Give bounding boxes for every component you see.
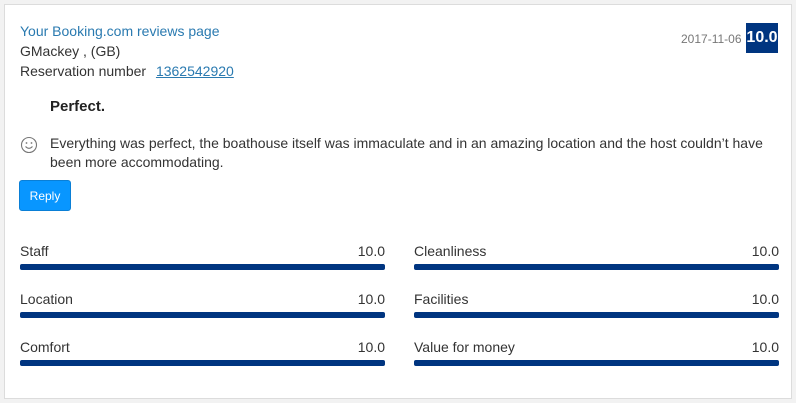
category-label: Staff [20, 243, 49, 259]
category-cleanliness: Cleanliness 10.0 [414, 243, 779, 273]
score-bar-fill [20, 264, 385, 270]
score-bar-fill [20, 312, 385, 318]
reviews-page-link[interactable]: Your Booking.com reviews page [20, 23, 220, 39]
reservation-info: Reservation number 1362542920 [20, 63, 234, 79]
category-score: 10.0 [751, 339, 779, 355]
category-label: Cleanliness [414, 243, 487, 259]
score-bar-track [414, 264, 779, 270]
score-bar-fill [20, 360, 385, 366]
category-score: 10.0 [357, 291, 385, 307]
smiley-icon [20, 136, 38, 154]
score-bar-fill [414, 312, 779, 318]
guest-name: GMackey , (GB) [20, 43, 121, 59]
category-value-for-money: Value for money 10.0 [414, 339, 779, 369]
reply-button[interactable]: Reply [19, 180, 71, 211]
score-bar-track [414, 360, 779, 366]
review-positive-text: Everything was perfect, the boathouse it… [50, 135, 763, 170]
category-location: Location 10.0 [20, 291, 385, 321]
category-score: 10.0 [357, 243, 385, 259]
category-label: Facilities [414, 291, 469, 307]
score-bar-track [414, 312, 779, 318]
review-card: Your Booking.com reviews page GMackey , … [4, 4, 792, 399]
reservation-number-link[interactable]: 1362542920 [156, 63, 234, 79]
category-staff: Staff 10.0 [20, 243, 385, 273]
category-score: 10.0 [357, 339, 385, 355]
score-bar-track [20, 360, 385, 366]
score-bar-fill [414, 360, 779, 366]
review-date: 2017-11-06 [681, 32, 742, 46]
score-bar-track [20, 264, 385, 270]
overall-score-badge: 10.0 [746, 23, 778, 53]
category-score: 10.0 [751, 243, 779, 259]
category-label: Location [20, 291, 73, 307]
score-bar-track [20, 312, 385, 318]
reservation-label: Reservation number [20, 63, 147, 79]
category-facilities: Facilities 10.0 [414, 291, 779, 321]
category-comfort: Comfort 10.0 [20, 339, 385, 369]
score-bar-fill [414, 264, 779, 270]
category-label: Comfort [20, 339, 70, 355]
review-title: Perfect. [50, 98, 106, 115]
category-score: 10.0 [751, 291, 779, 307]
category-label: Value for money [414, 339, 515, 355]
